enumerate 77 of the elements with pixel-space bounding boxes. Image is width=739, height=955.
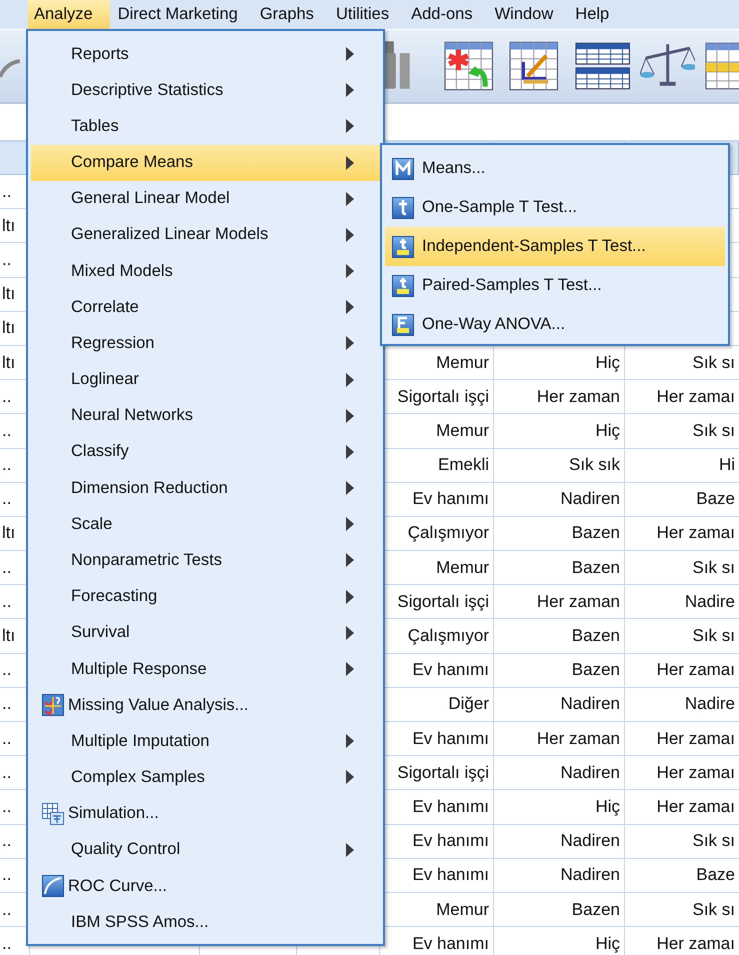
table-cell: Baze (696, 489, 735, 510)
table-cell: .. (2, 934, 12, 954)
table-cell: ltı (2, 352, 16, 373)
table-cell: .. (2, 728, 12, 749)
table-cell: Bazen (572, 558, 620, 578)
table-cell: .. (2, 796, 12, 817)
table-cell: Memur (436, 420, 489, 441)
table-cell: Diğer (448, 694, 489, 714)
table-cell: Baze (696, 865, 735, 886)
table-cell: Ev hanımı (412, 865, 489, 886)
table-cell: Her zaman (536, 728, 620, 749)
table-cell: Ev hanımı (412, 728, 489, 749)
table-cell: .. (2, 660, 12, 680)
table-cell: Ev hanımı (412, 934, 489, 954)
table-cell: Nadiren (560, 694, 620, 714)
table-cell: ltı (2, 318, 16, 338)
table-cell: Hiç (595, 420, 620, 441)
table-cell: .. (2, 182, 12, 202)
table-cell: Sigortalı işçi (397, 592, 489, 612)
table-cell: Ev hanımı (412, 796, 489, 817)
table-cell: Her zamaı (656, 660, 735, 680)
table-cell: Sık sı (692, 626, 735, 646)
table-cell: Çalışmıyor (408, 523, 489, 544)
table-cell: .. (2, 455, 12, 476)
table-cell: Ev hanımı (412, 489, 489, 510)
table-cell: Sigortalı işçi (397, 386, 489, 407)
table-cell: Memur (436, 558, 489, 578)
table-cell: Nadiren (560, 865, 620, 886)
table-cell: .. (2, 900, 12, 920)
table-cell: Her zamaı (656, 762, 735, 783)
table-cell: Her zamaı (656, 728, 735, 749)
table-cell: .. (2, 762, 12, 783)
table-cell: Nadiren (560, 762, 620, 783)
table-cell: Her zamaı (656, 523, 735, 544)
table-cell: Nadire (684, 592, 735, 612)
table-cell: Emekli (438, 455, 489, 476)
table-cell: .. (2, 250, 12, 270)
table-cell: Ev hanımı (412, 831, 489, 852)
table-cell: .. (2, 420, 12, 441)
table-cell: ltı (2, 216, 16, 236)
table-cell: .. (2, 694, 12, 714)
table-cell: Bazen (572, 900, 620, 920)
table-cell: Sık sık (568, 455, 620, 476)
table-cell: .. (2, 489, 12, 510)
table-cell: Hiç (595, 352, 620, 373)
table-cell: Sık sı (692, 558, 735, 578)
table-cell: Nadiren (560, 489, 620, 510)
table-cell: Her zamaı (656, 934, 735, 954)
table-cell: Sık sı (692, 900, 735, 920)
table-cell: .. (2, 831, 12, 852)
table-cell: .. (2, 558, 12, 578)
table-cell: Bazen (572, 660, 620, 680)
table-cell: Memur (436, 900, 489, 920)
table-cell: .. (2, 865, 12, 886)
table-cell: Hi (718, 455, 735, 476)
table-cell: .. (2, 592, 12, 612)
table-cell: Her zamaı (656, 386, 735, 407)
table-cell: Her zamaı (656, 796, 735, 817)
table-cell: ltı (2, 284, 16, 304)
table-cell: Nadire (684, 694, 735, 714)
table-cell: Bazen (572, 626, 620, 646)
table-cell: Sık sı (692, 831, 735, 852)
table-cell: Sık sı (692, 420, 735, 441)
table-cell: .. (2, 386, 12, 407)
table-cell: Bazen (572, 523, 620, 544)
table-cell: ltı (2, 626, 16, 646)
table-cell: Çalışmıyor (408, 626, 489, 646)
table-cell: Her zaman (536, 386, 620, 407)
table-cell: Hiç (595, 934, 620, 954)
table-cell: ltı (2, 523, 16, 544)
table-cell: Memur (436, 352, 489, 373)
table-cell: Nadiren (560, 831, 620, 852)
table-cell: Hiç (595, 796, 620, 817)
table-cell: Her zaman (536, 592, 620, 612)
table-cell: Sık sı (692, 352, 735, 373)
table-cell: Ev hanımı (412, 660, 489, 680)
table-cell: Sigortalı işçi (397, 762, 489, 783)
